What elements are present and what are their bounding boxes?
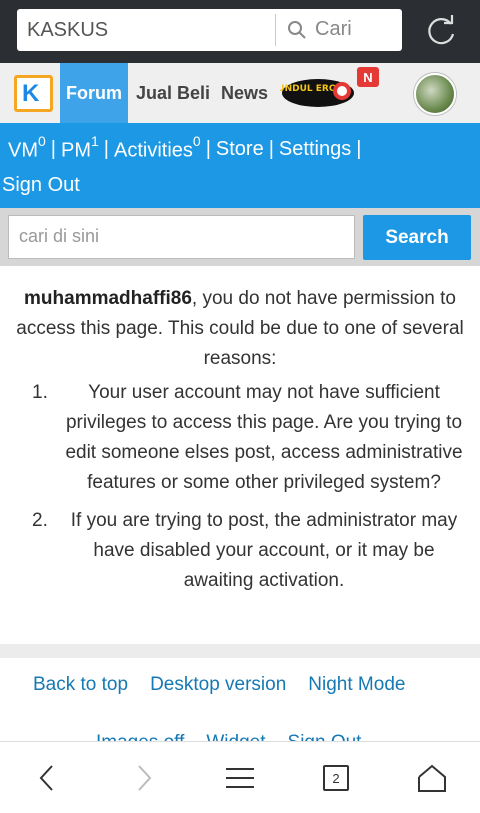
username[interactable]: muhammadhaffi86 [24,288,192,309]
new-badge: N [357,67,379,87]
hamburger-icon [226,768,254,788]
menu-settings[interactable]: Settings [279,138,351,161]
address-bar[interactable]: KASKUS Cari [17,9,402,51]
back-button[interactable] [29,760,65,796]
footer: Back to top Desktop version Night Mode I… [0,658,480,742]
menu-separator: | [356,137,362,160]
tabs-button[interactable]: 2 [318,760,354,796]
menu-separator: | [103,137,109,160]
list-item: 2. If you are trying to post, the admini… [14,506,466,596]
reasons-list: 1. Your user account may not have suffic… [14,378,466,596]
chevron-right-icon [138,765,152,791]
user-menu: VM0 | PM1 | Activities0 | Store | Settin… [0,123,480,208]
browser-search-placeholder: Cari [315,18,352,40]
nav-jual-beli[interactable]: Jual Beli [136,63,210,123]
search-icon [288,20,306,39]
browser-toolbar: KASKUS Cari [0,0,480,63]
menu-separator: | [205,137,211,160]
divider [0,644,480,658]
address-divider [275,14,276,46]
user-menu-row-2: Sign Out [2,170,80,200]
permission-intro: muhammadhaffi86, you do not have permiss… [14,284,466,374]
chevron-left-icon [39,765,53,791]
user-avatar[interactable] [414,73,456,115]
permission-message: muhammadhaffi86, you do not have permiss… [0,266,480,644]
site-navbar: K Forum Jual Beli News SUNDUL EROPA N [0,63,480,123]
list-number: 2. [32,510,48,531]
menu-vm[interactable]: VM0 [8,133,46,163]
address-text[interactable]: KASKUS [27,19,108,42]
menu-separator: | [268,137,274,160]
list-text: If you are trying to post, the administr… [70,510,458,591]
user-menu-row-1: VM0 | PM1 | Activities0 | Store | Settin… [8,129,366,169]
menu-sign-out[interactable]: Sign Out [2,174,80,197]
list-text: Your user account may not have sufficien… [65,382,463,493]
browser-bottom-bar: 2 [0,741,480,813]
search-input[interactable]: cari di sini [8,215,355,259]
home-icon [418,764,446,792]
home-button[interactable] [414,760,450,796]
search-bar: cari di sini Search [0,208,480,266]
night-mode-link[interactable]: Night Mode [308,674,405,696]
browser-search-field[interactable]: Cari [287,18,352,41]
footer-links: Back to top Desktop version Night Mode [33,674,405,696]
nav-news-label: News [221,82,269,103]
menu-store[interactable]: Store [216,138,264,161]
sundul-eropa-banner[interactable]: SUNDUL EROPA [280,73,356,113]
nav-news[interactable]: News [221,63,268,123]
list-number: 1. [32,382,48,403]
back-to-top-link[interactable]: Back to top [33,674,128,696]
nav-forum[interactable]: Forum [60,63,128,123]
logo-letter: K [22,80,40,107]
reload-icon[interactable] [422,12,460,50]
menu-pm[interactable]: PM1 [61,133,99,163]
kaskus-logo[interactable]: K [14,75,53,112]
tab-count: 2 [323,765,349,791]
list-item: 1. Your user account may not have suffic… [14,378,466,498]
forward-button[interactable] [126,760,162,796]
desktop-version-link[interactable]: Desktop version [150,674,286,696]
menu-activities[interactable]: Activities0 [114,133,201,163]
nav-jual-beli-label: Jual Beli [136,82,211,103]
menu-button[interactable] [222,760,258,796]
nav-forum-label: Forum [66,82,122,103]
search-button[interactable]: Search [363,215,471,260]
menu-separator: | [50,137,56,160]
